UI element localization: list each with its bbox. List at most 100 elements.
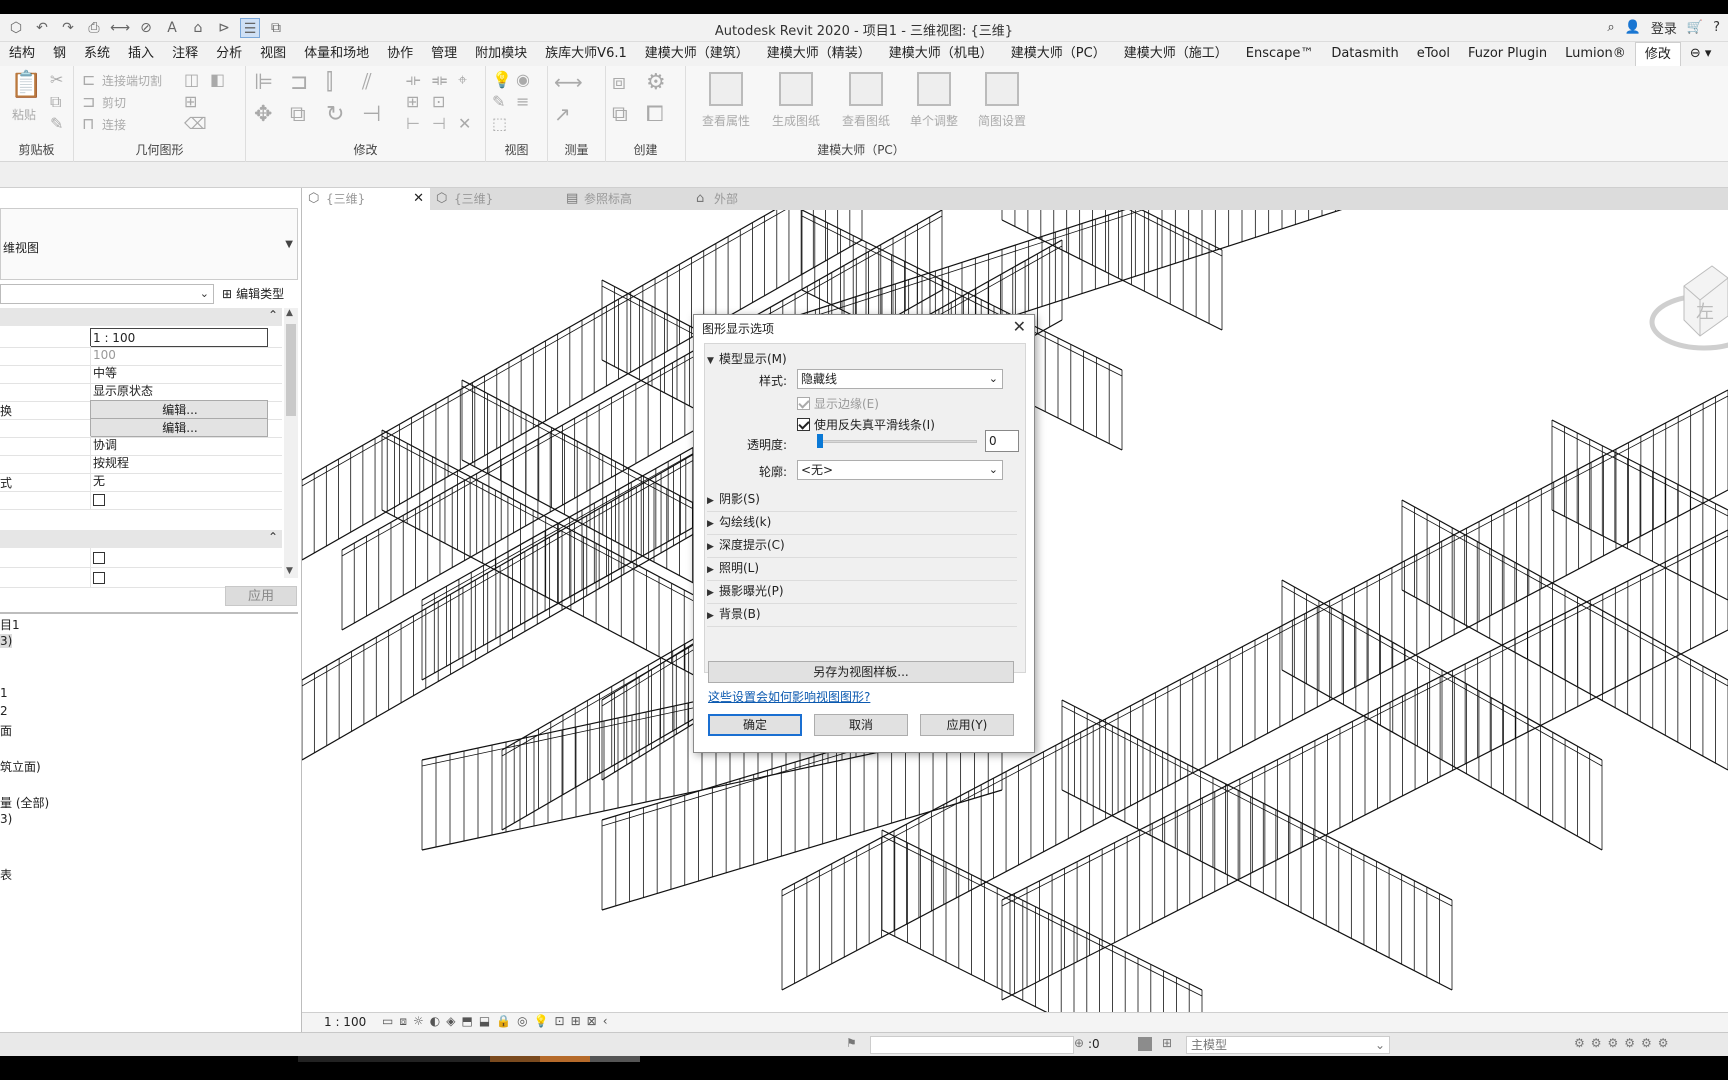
checkbox[interactable] <box>93 571 105 584</box>
checkbox[interactable] <box>93 493 105 506</box>
browser-item[interactable]: 1 <box>0 686 8 700</box>
single-adjust-button[interactable]: 单个调整 <box>904 72 964 129</box>
viewcube[interactable]: 左 <box>1648 260 1728 360</box>
property-value[interactable]: 1 : 100 <box>90 328 268 347</box>
worksets-icon[interactable]: ⚑ <box>846 1036 857 1050</box>
browser-item[interactable]: 3) <box>0 634 13 648</box>
user-icon[interactable]: 👤 <box>1625 20 1641 35</box>
paint-bucket-icon[interactable]: ⬚ <box>492 114 507 133</box>
section-model-display[interactable]: ▼ 模型显示(M) <box>707 350 1017 367</box>
linework-icon[interactable]: ✎ <box>492 92 505 111</box>
tab-reference-level[interactable]: ▤ 参照标高 <box>560 188 690 210</box>
mirror-draw-icon[interactable]: ⫽ <box>362 70 372 95</box>
unpin-icon[interactable]: ⊣ <box>432 114 446 133</box>
array-icon[interactable]: ⊞ <box>406 92 419 111</box>
transparency-input[interactable]: 0 <box>985 430 1019 452</box>
lock-view-icon[interactable]: 🔒 <box>496 1014 511 1029</box>
scroll-up-icon[interactable]: ▲ <box>286 308 293 318</box>
scale-icon[interactable]: ⊡ <box>432 92 445 111</box>
cart-icon[interactable]: 🛒 <box>1687 20 1703 35</box>
ribbon-tab[interactable]: 视图 <box>251 42 295 66</box>
viewcube-face-label[interactable]: 左 <box>1696 298 1714 324</box>
crop-view-icon[interactable]: ⬒ <box>461 1014 472 1029</box>
shadows-icon[interactable]: ◐ <box>430 1014 440 1029</box>
copy-element-icon[interactable]: ⧉ <box>290 102 306 127</box>
demolish-icon[interactable]: ⌫ <box>184 114 207 133</box>
edit-type-button[interactable]: ⊞ 编辑类型 <box>222 285 284 302</box>
sketch-settings-button[interactable]: 简图设置 <box>972 72 1032 129</box>
checkbox[interactable] <box>797 418 810 431</box>
browser-item[interactable]: 表 <box>0 866 12 883</box>
ribbon-tab[interactable]: 管理 <box>422 42 466 66</box>
help-icon[interactable]: ? <box>1713 20 1720 35</box>
browser-item[interactable]: 量 (全部) <box>0 794 49 811</box>
ribbon-options-icon[interactable]: ⊖ ▾ <box>1681 42 1721 66</box>
section-collapsed[interactable]: ▶ 阴影(S) <box>707 490 1017 512</box>
active-model-select[interactable]: 主模型 ⌄ <box>1186 1036 1390 1054</box>
ribbon-tab[interactable]: 体量和场地 <box>295 42 378 66</box>
close-icon[interactable]: ✕ <box>413 188 424 210</box>
split-face-icon[interactable]: ◫ <box>184 70 199 89</box>
filter-icon[interactable] <box>1138 1037 1152 1051</box>
create-assembly-icon[interactable]: ⧈ <box>612 70 626 95</box>
ok-button[interactable]: 确定 <box>708 714 802 736</box>
cut-label[interactable]: 剪切 <box>102 94 126 111</box>
group-header-extents[interactable]: ⌃ <box>0 530 282 548</box>
analytical-icon[interactable]: ⊡ <box>555 1014 565 1029</box>
checkbox[interactable] <box>93 551 105 564</box>
apply-button[interactable]: 应用 <box>225 586 297 606</box>
section-collapsed[interactable]: ▶ 摄影曝光(P) <box>707 582 1017 604</box>
ribbon-tab[interactable]: 协作 <box>378 42 422 66</box>
ribbon-tab[interactable]: 附加模块 <box>466 42 536 66</box>
view-properties-button[interactable]: 查看属性 <box>696 72 756 129</box>
ribbon-tab[interactable]: 族库大师V6.1 <box>536 42 636 66</box>
sun-path-icon[interactable]: ☼ <box>413 1014 424 1029</box>
silhouette-select[interactable]: <无> ⌄ <box>797 460 1003 480</box>
scroll-down-icon[interactable]: ▼ <box>286 566 293 576</box>
browser-item[interactable]: 筑立面) <box>0 758 41 775</box>
paint-icon[interactable]: ◧ <box>210 70 225 89</box>
cope-icon[interactable]: ⊏ <box>82 70 95 89</box>
antialias-checkbox[interactable]: 使用反失真平滑线条(I) <box>797 416 935 433</box>
browser-item[interactable]: 目1 <box>0 616 20 633</box>
wall-joins-icon[interactable]: ⊞ <box>184 92 197 111</box>
reveal-hidden-icon[interactable]: 💡 <box>534 1014 549 1029</box>
browser-item[interactable]: 面 <box>0 722 12 739</box>
ribbon-tab[interactable]: 结构 <box>0 42 44 66</box>
ribbon-tab[interactable]: Enscape™ <box>1237 42 1323 66</box>
selection-options-icons[interactable]: ⚙⚙⚙⚙⚙⚙ <box>1574 1036 1675 1050</box>
cut-geometry-icon[interactable]: ⊐ <box>82 92 95 111</box>
collapse-icon[interactable]: ⌃ <box>268 308 278 322</box>
section-collapsed[interactable]: ▶ 照明(L) <box>707 559 1017 581</box>
edit-button[interactable]: 编辑... <box>90 418 268 437</box>
split-icon[interactable]: ⟛ <box>406 70 421 90</box>
apply-dialog-button[interactable]: 应用(Y) <box>920 714 1014 736</box>
cut-icon[interactable]: ✂ <box>50 70 63 89</box>
align-icon[interactable]: ⊫ <box>254 70 273 95</box>
help-link[interactable]: 这些设置会如何影响视图图形? <box>708 688 870 705</box>
match-properties-icon[interactable]: ✎ <box>50 114 63 133</box>
ribbon-tab[interactable]: 修改 <box>1634 42 1681 66</box>
transparency-slider[interactable] <box>817 434 977 448</box>
constraints-icon[interactable]: ⊠ <box>587 1014 597 1029</box>
group-header-graphics[interactable]: ⌃ <box>0 308 282 326</box>
cut-join-label[interactable]: 连接端切割 <box>102 72 162 89</box>
scroll-thumb[interactable] <box>286 324 296 416</box>
ribbon-tab[interactable]: 建模大师（精装） <box>758 42 880 66</box>
ribbon-tab[interactable]: Fuzor Plugin <box>1459 42 1556 66</box>
generate-drawings-button[interactable]: 生成图纸 <box>766 72 826 129</box>
edit-button[interactable]: 编辑... <box>90 400 268 419</box>
join-label[interactable]: 连接 <box>102 116 126 133</box>
chevron-left-icon[interactable]: ‹ <box>603 1014 608 1029</box>
editable-only-icon[interactable]: ⊞ <box>1162 1036 1172 1050</box>
instance-filter-select[interactable]: ⌄ <box>0 284 214 304</box>
pin-icon[interactable]: ⌖ <box>458 70 467 90</box>
collapse-icon[interactable]: ⌃ <box>268 530 278 544</box>
view-scale[interactable]: 1 : 100 <box>324 1015 366 1029</box>
visual-style-icon[interactable]: ⧈ <box>399 1014 407 1029</box>
ribbon-tab[interactable]: 建模大师（PC） <box>1002 42 1115 66</box>
ribbon-tab[interactable]: 钢 <box>44 42 75 66</box>
login-link[interactable]: 登录 <box>1651 18 1677 37</box>
ribbon-tab[interactable]: 建模大师（机电） <box>880 42 1002 66</box>
binoculars-icon[interactable]: ⌕ <box>1607 20 1614 35</box>
